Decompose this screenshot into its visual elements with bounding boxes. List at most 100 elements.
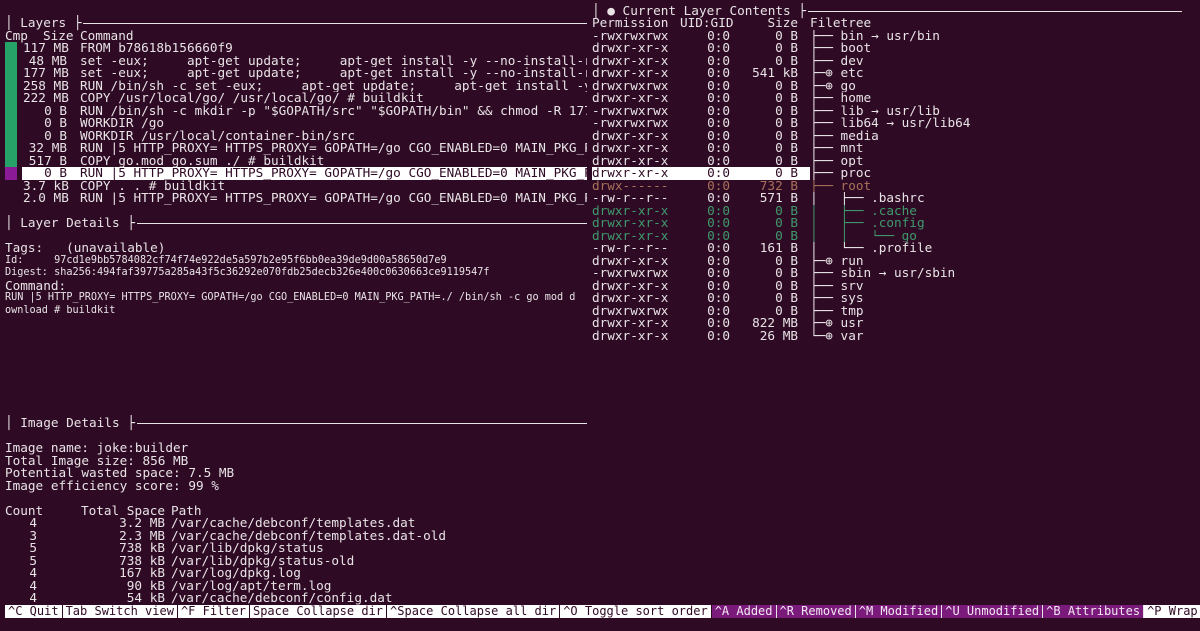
right-pane: │ ● Current Layer Contents ├ Permission U…: [592, 4, 1182, 343]
file-row[interactable]: drwxrwxrwx 0:0 0 B ├── tmp: [592, 305, 1182, 318]
layer-command: WORKDIR /usr/local/container-bin/src: [80, 129, 355, 143]
file-row[interactable]: drwxr-xr-x 0:0 0 B ├── opt: [592, 155, 1182, 168]
permission: drwxr-xr-x: [592, 204, 669, 218]
layer-compare-bar: [5, 154, 17, 168]
layer-compare-bar: [5, 67, 17, 80]
layer-compare-bar: [5, 79, 17, 93]
image-details-title: │ Image Details ├: [5, 417, 587, 430]
file-size: 26 MB: [759, 329, 798, 343]
keybinding-c-quit[interactable]: ^C Quit: [5, 604, 63, 618]
keybinding-bar: ^C Quit Tab Switch view ^F Filter Space Col…: [5, 604, 1200, 618]
layer-row[interactable]: 2.0 MB RUN |5 HTTP_PROXY= HTTPS_PROXY= GO…: [5, 192, 587, 205]
layer-command: COPY /usr/local/go/ /usr/local/go/ # bui…: [80, 92, 424, 105]
layer-row[interactable]: 517 B COPY go.mod go.sum ./ # buildkit: [5, 154, 587, 168]
file-size: 0 B: [775, 142, 798, 155]
layer-row[interactable]: 48 MB set -eux; apt-get update; apt-get i…: [5, 54, 587, 68]
permission: drwxr-xr-x: [592, 292, 669, 305]
file-row[interactable]: -rwxrwxrwx 0:0 0 B ├── bin → usr/bin: [592, 30, 1182, 43]
layer-row[interactable]: 3.7 kB COPY . . # buildkit: [5, 180, 587, 193]
permission: drwxr-xr-x: [592, 54, 669, 68]
uid-gid: 0:0: [707, 167, 730, 180]
layer-row[interactable]: 177 MB set -eux; apt-get update; apt-get …: [5, 67, 587, 80]
uid-gid: 0:0: [707, 142, 730, 155]
file-size: 0 B: [775, 167, 798, 180]
layer-row[interactable]: 32 MB RUN |5 HTTP_PROXY= HTTPS_PROXY= GOP…: [5, 142, 587, 155]
permission: drwxr-xr-x: [592, 217, 669, 230]
permission: drwxr-xr-x: [592, 129, 669, 143]
layer-row[interactable]: 0 B RUN /bin/sh -c mkdir -p "$GOPATH/src"…: [5, 104, 587, 118]
filetree: -rwxrwxrwx 0:0 0 B ├── bin → usr/bin drwxr-x…: [592, 30, 1182, 343]
permission-header: Permission: [592, 15, 669, 31]
file-row[interactable]: drwxr-xr-x 0:0 0 B ├── media: [592, 130, 1182, 143]
layer-size: 3.7 kB: [23, 179, 69, 193]
keybinding-m-modified[interactable]: ^M Modified: [855, 604, 943, 618]
layer-details-title: │ Layer Details ├: [5, 217, 587, 230]
keybinding-u-unmodified[interactable]: ^U Unmodified: [942, 604, 1044, 618]
layer-row[interactable]: 0 B RUN |5 HTTP_PROXY= HTTPS_PROXY= GOPAT…: [5, 167, 587, 180]
permission: drwxr-xr-x: [592, 317, 669, 330]
file-row[interactable]: drwxr-xr-x 0:0 541 kB ├─⊕ etc: [592, 67, 1182, 80]
file-row[interactable]: drwxr-xr-x 0:0 0 B ├── boot: [592, 42, 1182, 55]
uid-gid: 0:0: [707, 329, 730, 343]
layer-row[interactable]: 222 MB COPY /usr/local/go/ /usr/local/go/…: [5, 92, 587, 105]
file-row[interactable]: drwxr-xr-x 0:0 0 B ├── sys: [592, 292, 1182, 305]
file-row[interactable]: drwxrwxrwx 0:0 0 B ├─⊕ go: [592, 80, 1182, 93]
permission: drwxr-xr-x: [592, 329, 669, 343]
permission: drwxr-xr-x: [592, 167, 669, 180]
keybinding-r-removed[interactable]: ^R Removed: [776, 604, 856, 618]
uid-gid: 0:0: [707, 129, 730, 143]
file-size: 732 B: [759, 179, 798, 193]
layer-size: 48 MB: [28, 54, 67, 68]
file-row[interactable]: drwxr-xr-x 0:0 0 B │ ├── .cache: [592, 205, 1182, 218]
file-row[interactable]: drwxr-xr-x 0:0 822 MB ├─⊕ usr: [592, 317, 1182, 330]
id-line: Id: 97cd1e9bb5784082cf74f74e922de5a597b2…: [5, 254, 447, 266]
file-row[interactable]: -rwxrwxrwx 0:0 0 B ├── lib → usr/lib: [592, 105, 1182, 118]
layer-compare-bar: [5, 54, 17, 68]
layer-row[interactable]: 0 B WORKDIR /usr/local/container-bin/src: [5, 129, 587, 143]
keybinding-tab-switch-view[interactable]: Tab Switch view: [62, 604, 178, 618]
layer-row[interactable]: 117 MB FROM b78618b156660f9: [5, 42, 587, 55]
layer-row[interactable]: 0 B WORKDIR /go: [5, 117, 587, 130]
tree-entry: ├── sys: [810, 292, 864, 305]
file-row[interactable]: -rwxrwxrwx 0:0 0 B ├── sbin → usr/sbin: [592, 267, 1182, 280]
layer-size: 0 B: [44, 117, 67, 130]
file-row[interactable]: drwxr-xr-x 0:0 0 B ├─⊕ run: [592, 255, 1182, 268]
layer-size: 2.0 MB: [23, 192, 69, 205]
file-size: 0 B: [775, 92, 798, 105]
keybinding-f-filter[interactable]: ^F Filter: [177, 604, 250, 618]
file-row[interactable]: drwx------ 0:0 732 B ├── root: [592, 180, 1182, 193]
wasted-files-list: 4 3.2 MB/var/cache/debconf/templates.dat 3…: [5, 517, 587, 605]
keybinding-p-wrap[interactable]: ^P Wrap: [1144, 604, 1200, 618]
keybinding-space-collapse-all-dir[interactable]: ^Space Collapse all dir: [387, 604, 561, 618]
file-row[interactable]: drwxr-xr-x 0:0 0 B ├── dev: [592, 55, 1182, 68]
keybinding-a-added[interactable]: ^A Added: [711, 604, 777, 618]
file-row[interactable]: drwxr-xr-x 0:0 0 B │ ├── .config: [592, 217, 1182, 230]
contents-header: Permission UID:GID Size Filetree: [592, 17, 1182, 30]
keybinding-space-collapse-dir[interactable]: Space Collapse dir: [249, 604, 388, 618]
file-row[interactable]: drwxr-xr-x 0:0 0 B ├── proc: [592, 167, 1182, 180]
file-row[interactable]: drwxr-xr-x 0:0 26 MB └─⊕ var: [592, 330, 1182, 343]
file-row[interactable]: drwxr-xr-x 0:0 0 B ├── home: [592, 92, 1182, 105]
layer-command: RUN |5 HTTP_PROXY= HTTPS_PROXY= GOPATH=/…: [80, 192, 587, 205]
file-row[interactable]: drwxr-xr-x 0:0 0 B ├── srv: [592, 280, 1182, 293]
uid-gid: 0:0: [707, 104, 730, 118]
file-row[interactable]: -rw-r--r-- 0:0 571 B │ ├── .bashrc: [592, 192, 1182, 205]
tree-entry: ├── media: [810, 129, 879, 143]
uid-gid: 0:0: [707, 92, 730, 105]
layer-row[interactable]: 258 MB RUN /bin/sh -c set -eux; apt-get u…: [5, 79, 587, 93]
file-row[interactable]: drwxr-xr-x 0:0 0 B │ │ └── go: [592, 230, 1182, 243]
keybinding-o-toggle-sort-order[interactable]: ^O Toggle sort order: [560, 604, 712, 618]
file-row[interactable]: -rwxrwxrwx 0:0 0 B ├── lib64 → usr/lib64: [592, 117, 1182, 130]
permission: -rwxrwxrwx: [592, 104, 669, 118]
file-size: 571 B: [759, 192, 798, 205]
tree-entry: ├── lib64 → usr/lib64: [810, 117, 971, 130]
permission: drwxr-xr-x: [592, 92, 669, 105]
file-row[interactable]: -rw-r--r-- 0:0 161 B │ └── .profile: [592, 242, 1182, 255]
command-header: Command: [80, 27, 134, 43]
file-row[interactable]: drwxr-xr-x 0:0 0 B ├── mnt: [592, 142, 1182, 155]
keybinding-b-attributes[interactable]: ^B Attributes: [1043, 604, 1145, 618]
layer-compare-bar: [5, 117, 17, 130]
uid-gid: 0:0: [707, 204, 730, 218]
uid-gid: 0:0: [707, 42, 730, 55]
tree-entry: ├── opt: [810, 154, 864, 168]
